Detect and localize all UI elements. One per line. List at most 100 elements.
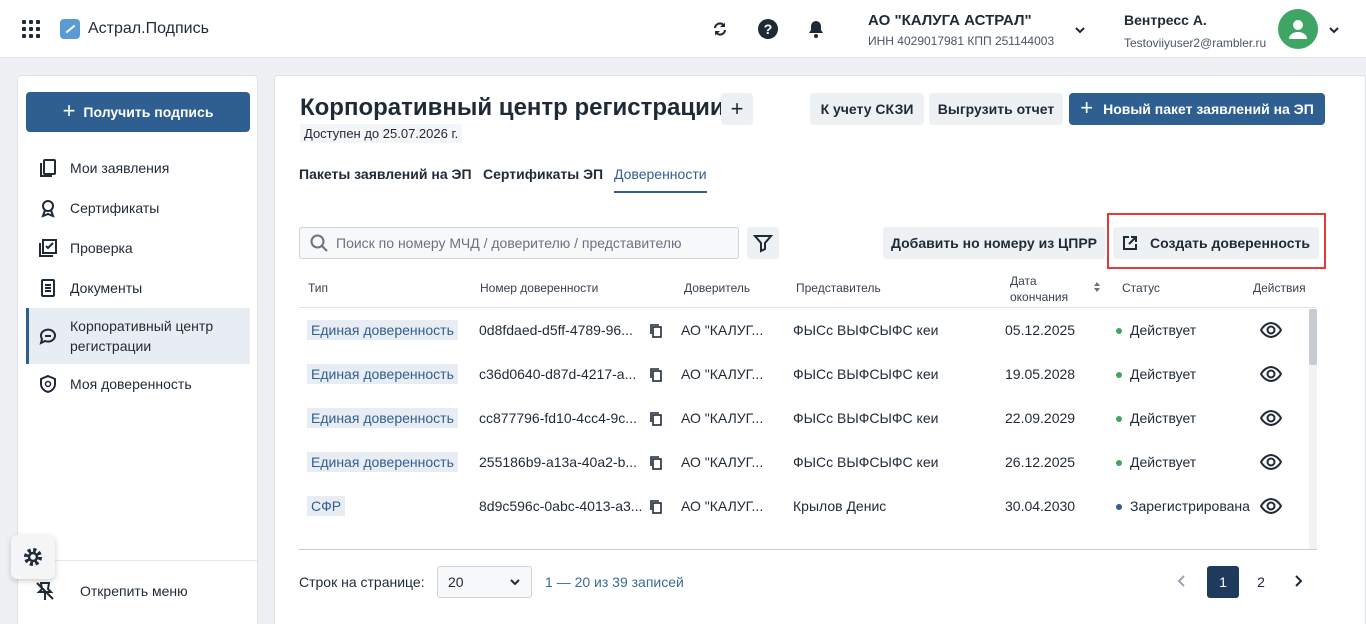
principal-cell: АО "КАЛУГ...	[681, 366, 764, 382]
eye-icon[interactable]	[1260, 409, 1282, 427]
top-header: Астрал.Подпись ? АО "КАЛУГА АСТРАЛ" ИНН …	[0, 0, 1366, 58]
end-date-cell: 22.09.2029	[1005, 410, 1076, 426]
new-package-button[interactable]: + Новый пакет заявлений на ЭП	[1069, 93, 1325, 125]
copy-icon[interactable]	[649, 411, 663, 427]
settings-button[interactable]	[11, 535, 55, 579]
refresh-icon[interactable]	[709, 18, 731, 40]
representative-cell: ФЫСс ВЫФСЫФС кеи	[793, 322, 939, 338]
status-cell: Действует	[1116, 410, 1196, 426]
number-cell: 255186b9-a13a-40a2-b...	[479, 454, 638, 470]
copy-icon[interactable]	[649, 499, 663, 515]
apps-grid-icon[interactable]	[22, 20, 40, 38]
status-cell: Действует	[1116, 322, 1196, 338]
tab-packages[interactable]: Пакеты заявлений на ЭП	[299, 166, 472, 191]
end-date-cell: 30.04.2030	[1005, 498, 1076, 514]
sidebar-item-label: Сертификаты	[70, 200, 160, 216]
status-text: Действует	[1130, 454, 1197, 470]
add-by-number-button[interactable]: Добавить но номеру из ЦПРР	[883, 227, 1105, 259]
tab-certificates[interactable]: Сертификаты ЭП	[483, 166, 603, 191]
user-email: Testoviiyuser2@rambler.ru	[1124, 36, 1267, 50]
status-dot	[1116, 416, 1122, 423]
org-chevron-down-icon[interactable]	[1074, 24, 1086, 36]
bell-icon[interactable]	[805, 18, 827, 40]
number-cell: 0d8fdaed-d5ff-4789-96...	[479, 322, 633, 338]
filter-icon	[753, 235, 773, 253]
table-bottom-divider	[299, 549, 1317, 550]
rows-per-page-select[interactable]: 20	[437, 566, 532, 598]
unpin-icon	[36, 582, 54, 600]
copy-icon[interactable]	[649, 455, 663, 471]
plus-icon: +	[62, 98, 76, 123]
sidebar-item-label: Корпоративный центр регистрации	[70, 318, 214, 354]
unpin-menu-label: Открепить меню	[80, 583, 188, 599]
sidebar-item-corporate-center[interactable]: Корпоративный центр регистрации	[26, 308, 250, 364]
status-text: Зарегистрирована	[1130, 498, 1250, 514]
column-header-representative: Представитель	[796, 281, 881, 295]
sort-icon[interactable]	[1093, 281, 1101, 293]
column-header-number: Номер доверенности	[480, 281, 599, 295]
eye-icon[interactable]	[1260, 365, 1282, 383]
sidebar-item-my-power-of-attorney[interactable]: Моя доверенность	[26, 372, 250, 396]
main-panel: Корпоративный центр регистрации + Доступ…	[274, 75, 1366, 624]
sidebar-item-check[interactable]: Проверка	[26, 236, 250, 260]
shield-icon	[36, 372, 60, 396]
page-button-1[interactable]: 1	[1207, 566, 1239, 598]
scroll-thumb[interactable]	[1309, 309, 1317, 365]
user-avatar-icon[interactable]	[1278, 9, 1318, 49]
user-name[interactable]: Вентресс А.	[1124, 12, 1207, 28]
table-row[interactable]: СФР 8d9c596c-0abc-4013-a3... АО "КАЛУГ..…	[299, 485, 1303, 529]
status-text: Действует	[1130, 366, 1197, 382]
next-page-icon[interactable]	[1291, 573, 1305, 589]
type-chip: Единая доверенность	[307, 408, 458, 428]
table-row[interactable]: Единая доверенность c36d0640-d87d-4217-a…	[299, 353, 1303, 397]
sidebar-item-documents[interactable]: Документы	[26, 276, 250, 300]
eye-icon[interactable]	[1260, 497, 1282, 515]
svg-text:?: ?	[764, 21, 773, 37]
column-header-end-date[interactable]: Дата окончания	[1010, 273, 1080, 305]
app-title[interactable]: Астрал.Подпись	[88, 20, 209, 38]
end-date-cell: 26.12.2025	[1005, 454, 1076, 470]
certificate-icon	[36, 196, 60, 220]
chevron-down-icon	[510, 579, 520, 586]
page-button-2[interactable]: 2	[1245, 566, 1277, 598]
sidebar-item-my-applications[interactable]: Мои заявления	[26, 156, 250, 180]
search-input[interactable]	[336, 235, 726, 251]
type-chip: Единая доверенность	[307, 364, 458, 384]
plus-icon: +	[1080, 95, 1094, 120]
filter-button[interactable]	[747, 227, 779, 259]
get-signature-button[interactable]: + Получить подпись	[26, 92, 250, 132]
help-icon[interactable]: ?	[757, 18, 779, 40]
end-date-cell: 05.12.2025	[1005, 322, 1076, 338]
prev-page-icon[interactable]	[1175, 573, 1189, 589]
eye-icon[interactable]	[1260, 453, 1282, 471]
header-divider	[299, 307, 1317, 308]
export-report-button[interactable]: Выгрузить отчет	[929, 93, 1063, 125]
number-cell: cc877796-fd10-4cc4-9c...	[479, 410, 637, 426]
check-icon	[36, 236, 60, 260]
table-row[interactable]: Единая доверенность 0d8fdaed-d5ff-4789-9…	[299, 309, 1303, 353]
principal-cell: АО "КАЛУГ...	[681, 410, 764, 426]
search-field[interactable]	[299, 227, 739, 259]
table-scrollbar[interactable]	[1309, 309, 1317, 549]
status-dot	[1116, 372, 1122, 379]
table-row[interactable]: Единая доверенность 255186b9-a13a-40a2-b…	[299, 441, 1303, 485]
status-dot	[1116, 328, 1122, 335]
documents-icon	[36, 156, 60, 180]
representative-cell: ФЫСс ВЫФСЫФС кеи	[793, 366, 939, 382]
add-button[interactable]: +	[721, 93, 753, 125]
records-range: 1 — 20 из 39 записей	[545, 574, 684, 590]
unpin-menu-button[interactable]: Открепить меню	[34, 580, 188, 602]
column-header-actions: Действия	[1253, 281, 1306, 295]
copy-icon[interactable]	[649, 367, 663, 383]
skzi-button[interactable]: К учету СКЗИ	[810, 93, 924, 125]
number-cell: 8d9c596c-0abc-4013-a3...	[479, 498, 643, 514]
org-name[interactable]: АО "КАЛУГА АСТРАЛ"	[868, 12, 1032, 29]
copy-icon[interactable]	[649, 323, 663, 339]
table-row[interactable]: Единая доверенность cc877796-fd10-4cc4-9…	[299, 397, 1303, 441]
eye-icon[interactable]	[1260, 321, 1282, 339]
user-chevron-down-icon[interactable]	[1328, 24, 1340, 36]
sidebar-item-certificates[interactable]: Сертификаты	[26, 196, 250, 220]
tab-powers-of-attorney[interactable]: Доверенности	[614, 166, 707, 193]
status-dot	[1116, 504, 1122, 511]
page-title: Корпоративный центр регистрации	[300, 94, 725, 121]
